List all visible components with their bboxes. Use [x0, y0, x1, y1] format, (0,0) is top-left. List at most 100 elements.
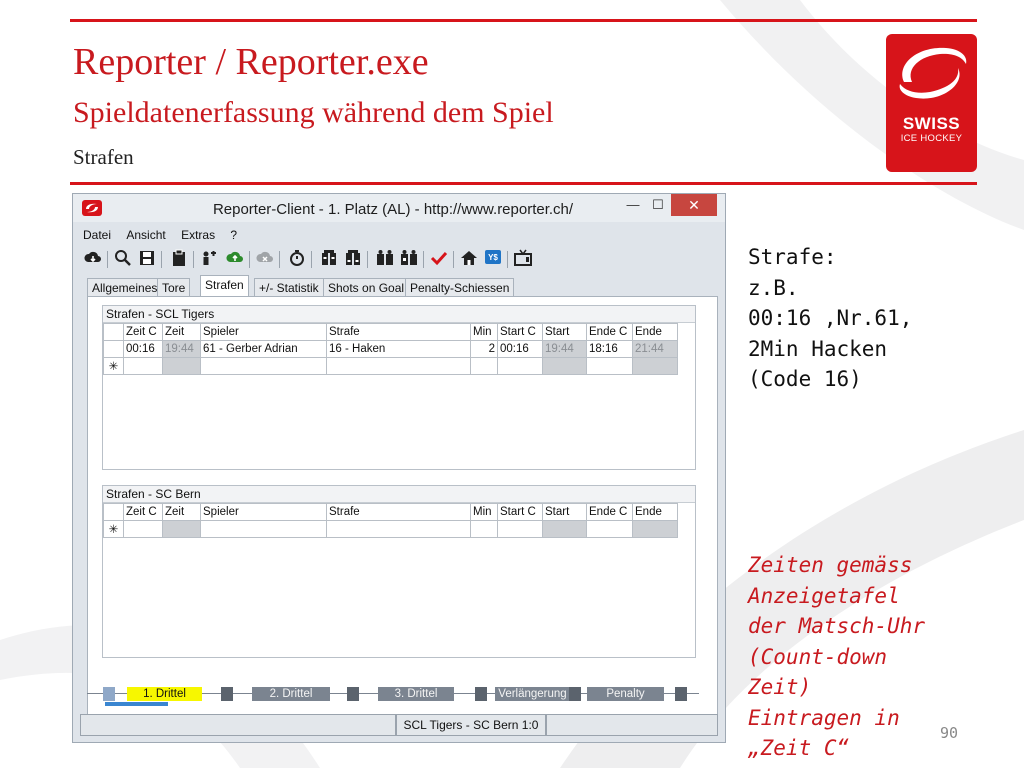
column-header[interactable]: Min [470, 323, 498, 341]
empty-cell[interactable] [200, 520, 327, 538]
bottom-rule [70, 182, 977, 185]
swiss-ice-hockey-logo: SWISS ICE HOCKEY [886, 34, 977, 172]
menu-ansicht[interactable]: Ansicht [126, 228, 165, 242]
column-header[interactable]: Start C [497, 323, 543, 341]
column-header[interactable]: Zeit [162, 323, 201, 341]
tab-penalty-schiessen[interactable]: Penalty-Schiessen [405, 278, 515, 297]
tab-tore[interactable]: Tore [157, 278, 191, 297]
period-marker[interactable] [569, 687, 581, 701]
cloud-download-icon[interactable] [83, 249, 103, 269]
new-row[interactable]: ✳ [103, 357, 678, 375]
team-home-icon[interactable] [375, 249, 395, 269]
lineup-home-icon[interactable] [319, 249, 339, 269]
stopwatch-icon[interactable] [287, 249, 307, 269]
toolbar-separator [279, 251, 280, 268]
column-header[interactable]: Zeit C [123, 323, 163, 341]
row-header-cell[interactable] [103, 340, 124, 358]
empty-cell[interactable] [326, 520, 471, 538]
cell-ende-c[interactable]: 18:16 [586, 340, 633, 358]
toolbar-separator [453, 251, 454, 268]
close-button[interactable]: ✕ [671, 194, 717, 216]
column-header[interactable]: Spieler [200, 323, 327, 341]
yes-icon[interactable]: Y$ [483, 249, 503, 269]
empty-cell [162, 357, 201, 375]
tab-plus-minus-statistik[interactable]: +/- Statistik [254, 278, 324, 297]
column-header[interactable]: Spieler [200, 503, 327, 521]
players-icon[interactable] [199, 249, 219, 269]
menu-bar: Datei Ansicht Extras ? [83, 228, 249, 244]
tab-strafen[interactable]: Strafen [200, 275, 249, 297]
period-verlaengerung[interactable]: Verlängerung [495, 687, 570, 701]
column-header[interactable]: Ende C [586, 503, 633, 521]
cell-spieler[interactable]: 61 - Gerber Adrian [200, 340, 327, 358]
column-header[interactable]: Zeit [162, 503, 201, 521]
period-marker[interactable] [475, 687, 487, 701]
team-away-icon[interactable] [399, 249, 419, 269]
empty-cell[interactable] [470, 357, 498, 375]
lineup-away-icon[interactable] [343, 249, 363, 269]
column-header[interactable]: Strafe [326, 503, 471, 521]
cell-strafe[interactable]: 16 - Haken [326, 340, 471, 358]
reporter-client-window: Reporter-Client - 1. Platz (AL) - http:/… [72, 193, 726, 743]
column-header[interactable]: Strafe [326, 323, 471, 341]
search-icon[interactable] [113, 249, 133, 269]
status-panel-left [80, 714, 396, 736]
period-penalty[interactable]: Penalty [587, 687, 664, 701]
cell-start-c[interactable]: 00:16 [497, 340, 543, 358]
window-titlebar[interactable]: Reporter-Client - 1. Platz (AL) - http:/… [73, 194, 725, 222]
column-header[interactable]: Zeit C [123, 503, 163, 521]
empty-cell[interactable] [470, 520, 498, 538]
period-1-drittel[interactable]: 1. Drittel [127, 687, 202, 701]
column-header[interactable]: Ende [632, 503, 678, 521]
home-icon[interactable] [459, 249, 479, 269]
empty-cell[interactable] [497, 357, 543, 375]
cell-zeit-c[interactable]: 00:16 [123, 340, 163, 358]
column-header[interactable]: Start [542, 323, 587, 341]
period-selector: 1. Drittel 2. Drittel 3. Drittel Verläng… [87, 684, 709, 706]
cloud-upload-icon[interactable] [225, 249, 245, 269]
empty-cell [632, 357, 678, 375]
maximize-button[interactable]: ☐ [643, 194, 673, 216]
new-row[interactable]: ✳ [103, 520, 678, 538]
cell-min[interactable]: 2 [470, 340, 498, 358]
cloud-disabled-icon[interactable] [255, 249, 275, 269]
toolbar-separator [161, 251, 162, 268]
column-header[interactable]: Start [542, 503, 587, 521]
tv-icon[interactable] [513, 249, 533, 269]
column-header[interactable]: Min [470, 503, 498, 521]
empty-cell[interactable] [497, 520, 543, 538]
empty-cell[interactable] [586, 357, 633, 375]
period-marker[interactable] [347, 687, 359, 701]
logo-icehockey-text: ICE HOCKEY [900, 133, 963, 144]
period-marker[interactable] [103, 687, 115, 701]
empty-cell[interactable] [123, 357, 163, 375]
menu-datei[interactable]: Datei [83, 228, 111, 242]
column-header[interactable]: Ende C [586, 323, 633, 341]
save-icon[interactable] [137, 249, 157, 269]
period-2-drittel[interactable]: 2. Drittel [252, 687, 330, 701]
period-marker[interactable] [675, 687, 687, 701]
toolbar-separator [107, 251, 108, 268]
period-marker[interactable] [221, 687, 233, 701]
checkmark-icon[interactable] [429, 249, 449, 269]
new-row-marker[interactable]: ✳ [103, 520, 124, 538]
window-title: Reporter-Client - 1. Platz (AL) - http:/… [212, 201, 574, 218]
empty-cell[interactable] [123, 520, 163, 538]
period-3-drittel[interactable]: 3. Drittel [378, 687, 454, 701]
menu-help[interactable]: ? [230, 228, 237, 242]
tab-allgemeines[interactable]: Allgemeines [87, 278, 163, 297]
empty-cell[interactable] [326, 357, 471, 375]
empty-cell[interactable] [200, 357, 327, 375]
new-row-marker[interactable]: ✳ [103, 357, 124, 375]
menu-extras[interactable]: Extras [181, 228, 215, 242]
tab-shots-on-goal[interactable]: Shots on Goal [323, 278, 410, 297]
empty-cell[interactable] [586, 520, 633, 538]
column-header[interactable]: Start C [497, 503, 543, 521]
clipboard-icon[interactable] [169, 249, 189, 269]
status-panel-right [546, 714, 718, 736]
table-row[interactable]: 00:16 19:44 61 - Gerber Adrian 16 - Hake… [103, 340, 678, 358]
svg-text:Y$: Y$ [488, 253, 498, 262]
panel-home-title: Strafen - SCL Tigers [103, 306, 695, 323]
column-header[interactable]: Ende [632, 323, 678, 341]
slide-subtitle: Spieldatenerfassung während dem Spiel [73, 96, 554, 129]
